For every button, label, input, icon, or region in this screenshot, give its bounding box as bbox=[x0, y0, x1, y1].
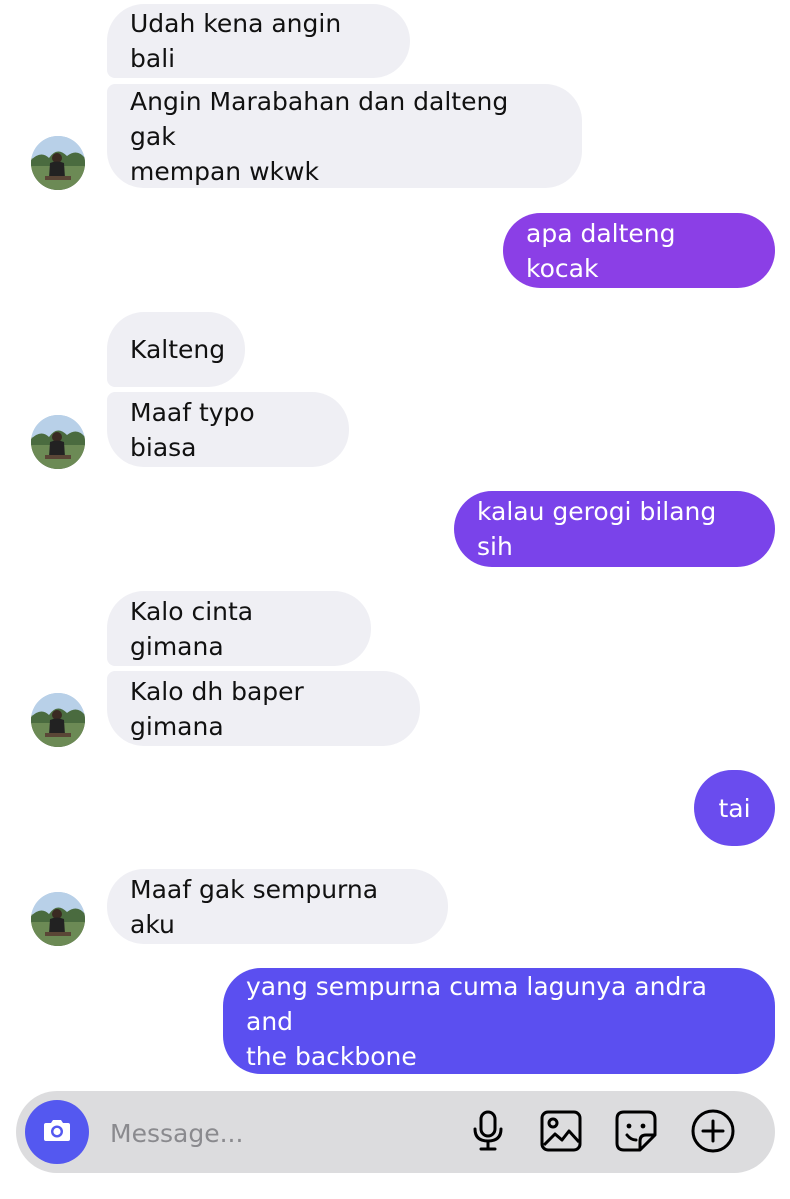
received-message[interactable]: Udah kena angin bali bbox=[107, 4, 410, 78]
contact-avatar[interactable] bbox=[31, 136, 85, 190]
camera-button[interactable] bbox=[25, 1100, 89, 1164]
camera-icon bbox=[40, 1113, 74, 1151]
sticker-icon bbox=[614, 1109, 658, 1157]
sent-message[interactable]: yang sempurna cuma lagunya andra and the… bbox=[223, 968, 775, 1074]
microphone-icon bbox=[468, 1109, 508, 1157]
plus-circle-icon bbox=[690, 1108, 736, 1158]
received-message[interactable]: Maaf typo biasa bbox=[107, 392, 349, 467]
sent-message[interactable]: kalau gerogi bilang sih bbox=[454, 491, 775, 567]
contact-avatar[interactable] bbox=[31, 415, 85, 469]
more-options-button[interactable] bbox=[690, 1108, 736, 1158]
sent-message[interactable]: tai bbox=[694, 770, 775, 846]
gallery-button[interactable] bbox=[538, 1110, 584, 1156]
sent-message[interactable]: apa dalteng kocak bbox=[503, 213, 775, 288]
received-message[interactable]: Kalo cinta gimana bbox=[107, 591, 371, 666]
message-composer bbox=[16, 1091, 775, 1173]
received-message[interactable]: Maaf gak sempurna aku bbox=[107, 869, 448, 944]
message-input[interactable] bbox=[108, 1111, 442, 1155]
voice-message-button[interactable] bbox=[465, 1110, 511, 1156]
contact-avatar[interactable] bbox=[31, 892, 85, 946]
received-message[interactable]: Kalo dh baper gimana bbox=[107, 671, 420, 746]
received-message[interactable]: Kalteng bbox=[107, 312, 245, 387]
sticker-button[interactable] bbox=[613, 1110, 659, 1156]
contact-avatar[interactable] bbox=[31, 693, 85, 747]
chat-thread: Udah kena angin bali Angin Marabahan dan… bbox=[0, 0, 790, 1199]
image-icon bbox=[539, 1109, 583, 1157]
received-message[interactable]: Angin Marabahan dan dalteng gak mempan w… bbox=[107, 84, 582, 188]
